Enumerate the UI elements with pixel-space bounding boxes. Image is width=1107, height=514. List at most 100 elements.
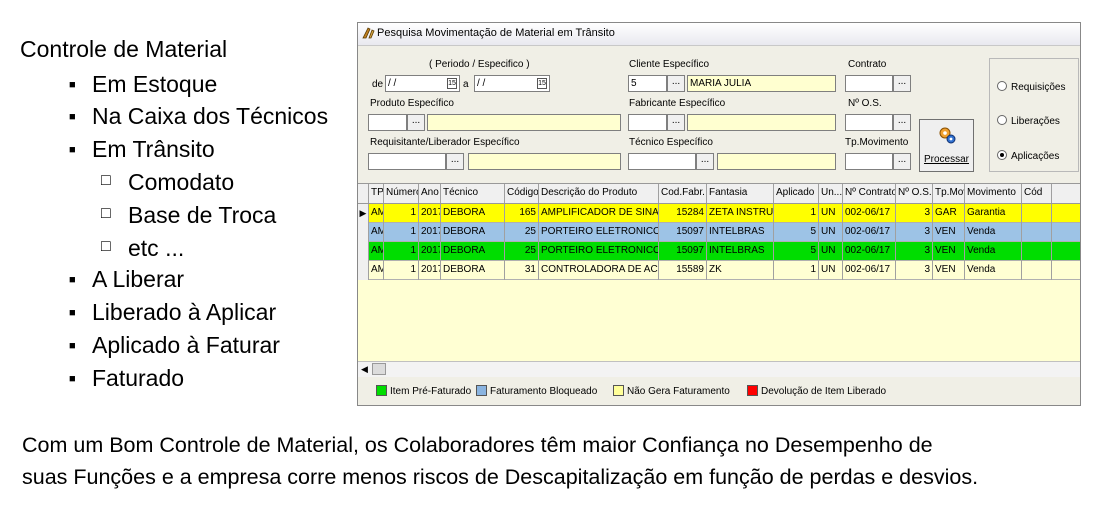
table-cell[interactable]: VEN bbox=[933, 261, 965, 280]
table-cell[interactable] bbox=[1022, 261, 1052, 280]
table-cell[interactable]: 15589 bbox=[659, 261, 707, 280]
horizontal-scrollbar[interactable]: ◀ bbox=[358, 361, 1080, 377]
table-cell[interactable]: 3 bbox=[896, 204, 933, 223]
row-indicator[interactable]: ▶ bbox=[358, 204, 369, 223]
radio-requisicoes[interactable]: Requisições bbox=[997, 81, 1065, 93]
tecnico-code-field[interactable] bbox=[628, 153, 696, 170]
table-cell[interactable]: DEBORA bbox=[441, 204, 505, 223]
produto-lookup-button[interactable]: ... bbox=[407, 114, 425, 131]
column-header[interactable]: Técnico bbox=[441, 184, 505, 203]
table-cell[interactable]: 1 bbox=[384, 223, 419, 242]
requisitante-desc-field[interactable] bbox=[468, 153, 621, 170]
table-cell[interactable]: ZETA INSTRUM bbox=[707, 204, 774, 223]
table-cell[interactable]: VEN bbox=[933, 242, 965, 261]
scroll-left-icon[interactable]: ◀ bbox=[361, 364, 368, 375]
table-cell[interactable]: CONTROLADORA DE ACES bbox=[539, 261, 659, 280]
requisitante-lookup-button[interactable]: ... bbox=[446, 153, 464, 170]
table-cell[interactable]: 1 bbox=[384, 261, 419, 280]
table-cell[interactable]: 5 bbox=[774, 242, 819, 261]
table-cell[interactable]: DEBORA bbox=[441, 261, 505, 280]
column-header[interactable]: Un... bbox=[819, 184, 843, 203]
table-cell[interactable]: 31 bbox=[505, 261, 539, 280]
row-indicator[interactable] bbox=[358, 261, 369, 280]
tecnico-desc-field[interactable] bbox=[717, 153, 836, 170]
date-from-field[interactable]: / /15 bbox=[385, 75, 460, 92]
table-cell[interactable]: GAR bbox=[933, 204, 965, 223]
table-cell[interactable]: 15097 bbox=[659, 242, 707, 261]
table-cell[interactable]: UN bbox=[819, 242, 843, 261]
table-cell[interactable]: 1 bbox=[384, 204, 419, 223]
table-cell[interactable]: 25 bbox=[505, 242, 539, 261]
table-row[interactable]: AM12017DEBORA31CONTROLADORA DE ACES15589… bbox=[358, 261, 1080, 280]
table-row[interactable]: ▶AM12017DEBORA165AMPLIFICADOR DE SINAL :… bbox=[358, 204, 1080, 223]
column-header[interactable]: Número bbox=[384, 184, 419, 203]
table-cell[interactable]: 1 bbox=[774, 261, 819, 280]
table-cell[interactable]: 2017 bbox=[419, 261, 441, 280]
column-header[interactable]: Tp.Mov. bbox=[933, 184, 965, 203]
table-cell[interactable]: AM bbox=[369, 242, 384, 261]
table-cell[interactable]: Venda bbox=[965, 223, 1022, 242]
table-cell[interactable]: 002-06/17 bbox=[843, 261, 896, 280]
table-cell[interactable]: UN bbox=[819, 261, 843, 280]
fabricante-code-field[interactable] bbox=[628, 114, 667, 131]
contrato-field[interactable] bbox=[845, 75, 893, 92]
radio-aplicacoes[interactable]: Aplicações bbox=[997, 150, 1059, 162]
cliente-name-field[interactable]: MARIA JULIA bbox=[687, 75, 836, 92]
table-cell[interactable]: AM bbox=[369, 204, 384, 223]
table-cell[interactable]: 002-06/17 bbox=[843, 242, 896, 261]
table-cell[interactable]: PORTEIRO ELETRONICO X bbox=[539, 223, 659, 242]
table-cell[interactable]: 2017 bbox=[419, 242, 441, 261]
fabricante-lookup-button[interactable]: ... bbox=[667, 114, 685, 131]
column-header[interactable]: Cod.Fabr. bbox=[659, 184, 707, 203]
scroll-thumb[interactable] bbox=[372, 363, 386, 375]
column-header[interactable]: Código bbox=[505, 184, 539, 203]
fabricante-desc-field[interactable] bbox=[687, 114, 836, 131]
table-cell[interactable]: AM bbox=[369, 261, 384, 280]
column-header[interactable]: Movimento bbox=[965, 184, 1022, 203]
column-header[interactable]: Descrição do Produto bbox=[539, 184, 659, 203]
row-indicator[interactable] bbox=[358, 223, 369, 242]
column-header[interactable]: Aplicado bbox=[774, 184, 819, 203]
row-indicator[interactable] bbox=[358, 242, 369, 261]
column-header[interactable]: Cód bbox=[1022, 184, 1052, 203]
tp-movimento-lookup-button[interactable]: ... bbox=[893, 153, 911, 170]
tp-movimento-field[interactable] bbox=[845, 153, 893, 170]
requisitante-code-field[interactable] bbox=[368, 153, 446, 170]
produto-desc-field[interactable] bbox=[427, 114, 621, 131]
table-cell[interactable]: 002-06/17 bbox=[843, 223, 896, 242]
table-cell[interactable]: AM bbox=[369, 223, 384, 242]
column-header[interactable]: Fantasia bbox=[707, 184, 774, 203]
table-cell[interactable]: INTELBRAS bbox=[707, 223, 774, 242]
contrato-lookup-button[interactable]: ... bbox=[893, 75, 911, 92]
table-cell[interactable]: 2017 bbox=[419, 204, 441, 223]
calendar-icon[interactable]: 15 bbox=[447, 78, 457, 89]
tecnico-lookup-button[interactable]: ... bbox=[696, 153, 714, 170]
table-cell[interactable]: UN bbox=[819, 223, 843, 242]
table-cell[interactable]: 1 bbox=[774, 204, 819, 223]
column-header[interactable]: Nº Contrato bbox=[843, 184, 896, 203]
cliente-code-field[interactable]: 5 bbox=[628, 75, 667, 92]
table-cell[interactable]: DEBORA bbox=[441, 223, 505, 242]
table-cell[interactable]: 002-06/17 bbox=[843, 204, 896, 223]
column-header[interactable]: Nº O.S. bbox=[896, 184, 933, 203]
table-cell[interactable]: 25 bbox=[505, 223, 539, 242]
table-cell[interactable]: 165 bbox=[505, 204, 539, 223]
table-cell[interactable]: 3 bbox=[896, 223, 933, 242]
table-cell[interactable]: 1 bbox=[384, 242, 419, 261]
column-header[interactable]: TP bbox=[369, 184, 384, 203]
processar-button[interactable]: Processar bbox=[919, 119, 974, 172]
table-cell[interactable]: ZK bbox=[707, 261, 774, 280]
table-cell[interactable]: PORTEIRO ELETRONICO X bbox=[539, 242, 659, 261]
table-row[interactable]: AM12017DEBORA25PORTEIRO ELETRONICO X1509… bbox=[358, 223, 1080, 242]
table-cell[interactable]: AMPLIFICADOR DE SINAL : bbox=[539, 204, 659, 223]
table-cell[interactable]: 3 bbox=[896, 261, 933, 280]
table-cell[interactable]: VEN bbox=[933, 223, 965, 242]
produto-code-field[interactable] bbox=[368, 114, 407, 131]
table-cell[interactable] bbox=[1022, 223, 1052, 242]
table-cell[interactable]: 15097 bbox=[659, 223, 707, 242]
table-cell[interactable]: Garantia bbox=[965, 204, 1022, 223]
table-cell[interactable]: Venda bbox=[965, 261, 1022, 280]
table-cell[interactable] bbox=[1022, 204, 1052, 223]
radio-liberacoes[interactable]: Liberações bbox=[997, 115, 1060, 127]
cliente-lookup-button[interactable]: ... bbox=[667, 75, 685, 92]
